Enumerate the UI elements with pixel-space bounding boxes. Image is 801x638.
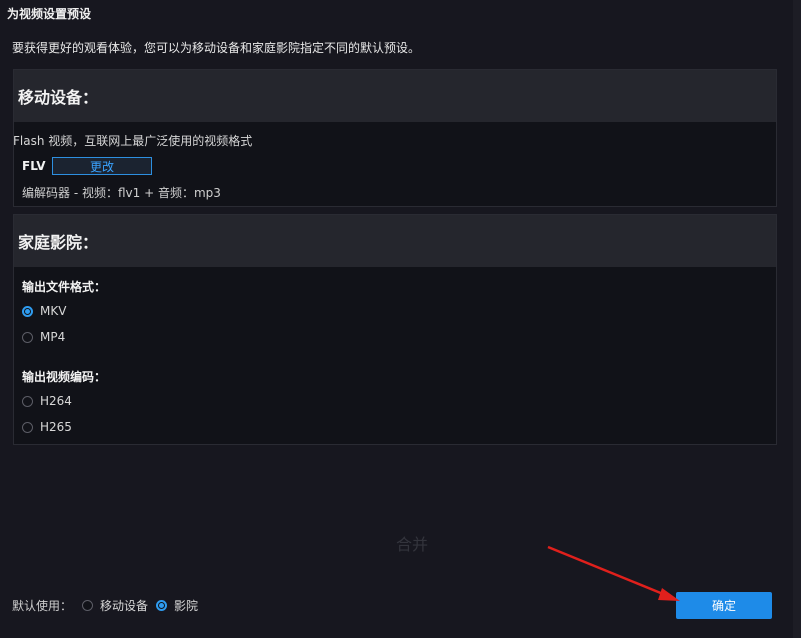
radio-default-mobile-label: 移动设备 — [100, 599, 149, 613]
default-use-label: 默认使用： — [12, 599, 73, 613]
radio-unselected-icon[interactable] — [22, 421, 33, 433]
radio-mkv-label: MKV — [40, 304, 67, 318]
radio-default-mobile[interactable]: 移动设备 — [82, 597, 148, 614]
video-codec-label: 输出视频编码： — [22, 370, 107, 384]
change-format-button[interactable]: 更改 — [52, 157, 152, 175]
home-panel-header: 家庭影院： — [14, 215, 776, 267]
radio-selected-icon[interactable] — [22, 305, 33, 317]
radio-default-theater[interactable]: 影院 — [156, 597, 198, 614]
radio-h265-label: H265 — [40, 420, 72, 434]
mobile-panel-title: 移动设备： — [18, 88, 99, 107]
radio-selected-icon[interactable] — [156, 600, 168, 611]
radio-mp4[interactable]: MP4 — [22, 330, 65, 344]
home-theater-panel: 家庭影院： 输出文件格式： MKV MP4 输出视频编码： H264 H265 — [13, 214, 777, 445]
mobile-format-description: Flash 视频，互联网上最广泛使用的视频格式 — [13, 134, 253, 148]
radio-h264[interactable]: H264 — [22, 394, 72, 408]
mobile-format-row: FLV 更改 — [22, 157, 152, 175]
default-use-row: 默认使用： 移动设备 影院 — [12, 597, 206, 614]
mobile-panel-header: 移动设备： — [14, 70, 776, 122]
mobile-device-panel: 移动设备： Flash 视频，互联网上最广泛使用的视频格式 FLV 更改 编解码… — [13, 69, 777, 207]
background-merge-text: 合并 — [396, 535, 429, 554]
radio-unselected-icon[interactable] — [22, 395, 33, 407]
intro-text: 要获得更好的观看体验，您可以为移动设备和家庭影院指定不同的默认预设。 — [12, 41, 421, 55]
radio-h265[interactable]: H265 — [22, 420, 72, 434]
radio-mkv[interactable]: MKV — [22, 304, 66, 318]
dialog-title: 为视频设置预设 — [7, 7, 92, 21]
file-format-label: 输出文件格式： — [22, 280, 107, 294]
ok-button[interactable]: 确定 — [676, 592, 772, 619]
radio-default-theater-label: 影院 — [174, 599, 199, 613]
radio-h264-label: H264 — [40, 394, 72, 408]
mobile-codec-info: 编解码器 - 视频：flv1 + 音频：mp3 — [22, 186, 221, 200]
background-window-edge — [793, 0, 801, 638]
radio-unselected-icon[interactable] — [82, 600, 94, 611]
radio-mp4-label: MP4 — [40, 330, 66, 344]
home-panel-title: 家庭影院： — [18, 233, 99, 252]
radio-unselected-icon[interactable] — [22, 331, 33, 343]
preset-dialog: 为视频设置预设 要获得更好的观看体验，您可以为移动设备和家庭影院指定不同的默认预… — [0, 0, 793, 638]
mobile-format-label: FLV — [22, 159, 46, 173]
